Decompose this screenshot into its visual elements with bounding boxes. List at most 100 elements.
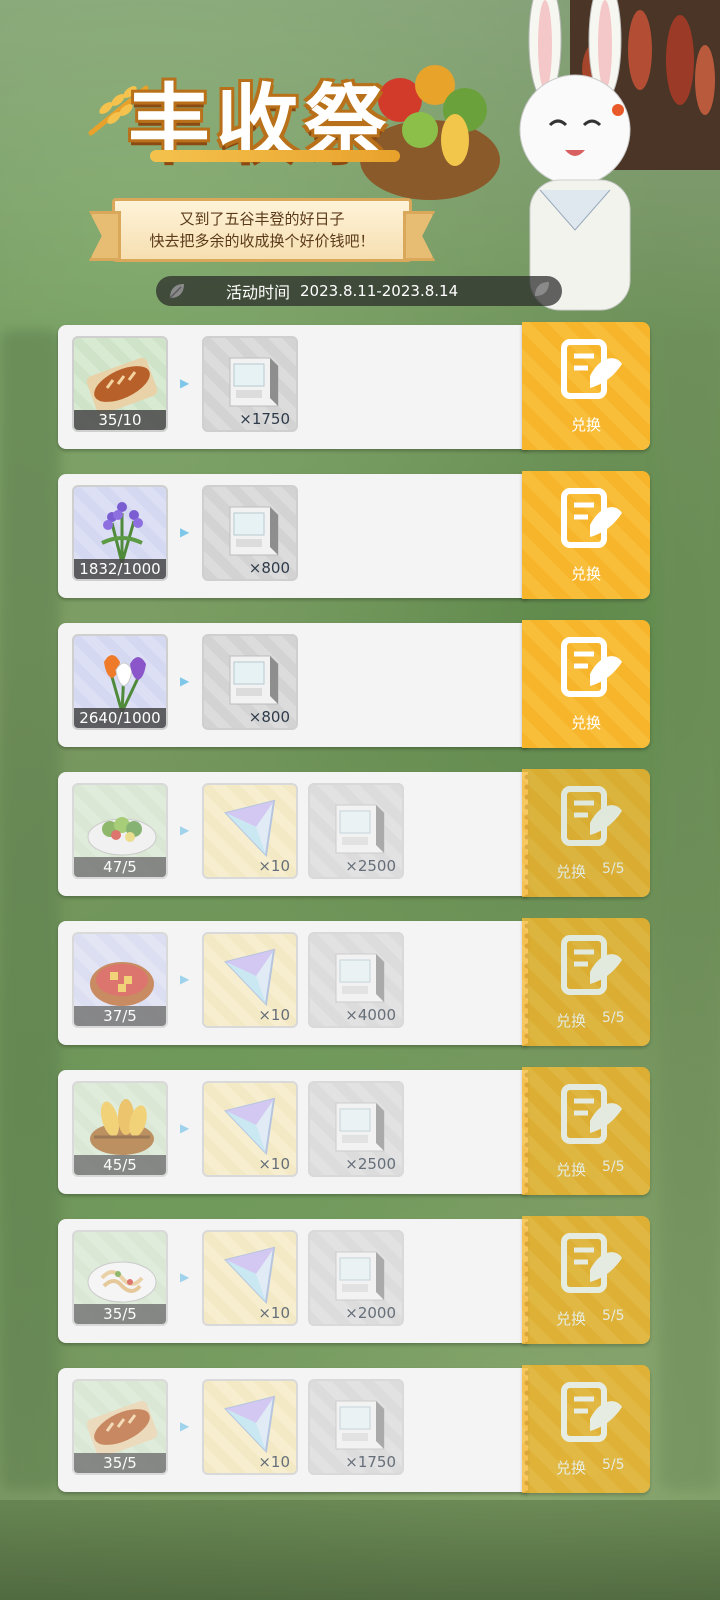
leaf-icon [162, 276, 192, 306]
reward-slot[interactable]: ×800 [202, 485, 298, 581]
exchange-button-label: 兑换 [570, 565, 601, 583]
description-line-1: 又到了五谷丰登的好日子 [179, 210, 345, 228]
cost-item-slot[interactable]: 45/5 [72, 1081, 168, 1177]
reward-slot[interactable]: ×800 [202, 634, 298, 730]
cost-item-slot[interactable]: 2640/1000 [72, 634, 168, 730]
exchange-note-icon [561, 786, 622, 846]
cost-item-slot[interactable]: 35/5 [72, 1379, 168, 1475]
leaf-icon-right [532, 279, 552, 303]
arrow-right-icon: ▶ [180, 525, 190, 539]
reward-quantity: ×2500 [345, 857, 396, 875]
cost-item-slot[interactable]: 35/5 [72, 1230, 168, 1326]
exchange-limit: 5/5 [602, 861, 625, 877]
arrow-right-icon: ▶ [180, 1419, 190, 1433]
arrow-right-icon: ▶ [180, 1121, 190, 1135]
reward-quantity: ×4000 [345, 1006, 396, 1024]
tulip-bouquet-icon [104, 655, 146, 713]
reward-quantity: ×800 [248, 559, 290, 577]
reward-slot[interactable]: ×10 [202, 1230, 298, 1326]
reward-quantity: ×800 [248, 708, 290, 726]
reward-slot[interactable]: ×4000 [308, 932, 404, 1028]
ticket-box-icon [229, 655, 279, 705]
cost-item-slot[interactable]: 1832/1000 [72, 485, 168, 581]
crystal-icon [224, 1395, 276, 1454]
exchange-note-icon [561, 1233, 622, 1293]
salad-icon [87, 817, 157, 856]
reward-slot[interactable]: ×2500 [308, 1081, 404, 1177]
reward-slot[interactable]: ×2500 [308, 783, 404, 879]
ticket-box-icon [335, 953, 385, 1003]
ticket-box-icon [335, 1251, 385, 1301]
time-label: 活动时间 [226, 283, 291, 302]
exchange-button[interactable]: 兑换 [522, 471, 650, 599]
owned-count: 47/5 [74, 857, 166, 877]
exchange-button[interactable]: 兑换 5/5 [522, 918, 650, 1046]
owned-count: 37/5 [74, 1006, 166, 1026]
exchange-button-label: 兑换 [556, 863, 587, 881]
cost-item-slot[interactable]: 35/10 [72, 336, 168, 432]
exchange-button-label: 兑换 [570, 416, 601, 434]
reward-slot[interactable]: ×1750 [202, 336, 298, 432]
arrow-right-icon: ▶ [180, 376, 190, 390]
event-header: 丰收祭 又到了五谷丰登的好日子 快去把多余的收成换个好价钱吧！ 活动时间 202… [0, 0, 720, 320]
reward-slot[interactable]: ×10 [202, 932, 298, 1028]
reward-quantity: ×10 [258, 857, 290, 875]
ticket-box-icon [335, 804, 385, 854]
ticket-box-icon [229, 357, 279, 407]
exchange-note-icon [561, 935, 622, 995]
reward-slot[interactable]: ×2000 [308, 1230, 404, 1326]
reward-slot[interactable]: ×1750 [308, 1379, 404, 1475]
exchange-button[interactable]: 兑换 5/5 [522, 1365, 650, 1493]
pasta-icon [87, 1261, 157, 1303]
reward-quantity: ×10 [258, 1304, 290, 1322]
exchange-button-label: 兑换 [556, 1310, 587, 1328]
arrow-right-icon: ▶ [180, 674, 190, 688]
exchange-note-icon [561, 1382, 622, 1442]
owned-count: 45/5 [74, 1155, 166, 1175]
owned-count: 35/5 [74, 1453, 166, 1473]
reward-quantity: ×10 [258, 1155, 290, 1173]
reward-quantity: ×1750 [345, 1453, 396, 1471]
exchange-note-icon [561, 339, 622, 399]
arrow-right-icon: ▶ [180, 1270, 190, 1284]
arrow-right-icon: ▶ [180, 823, 190, 837]
bread-icon [86, 357, 158, 415]
exchange-row: 37/5 ▶ ×10 ×4000 兑换 5/5 [58, 918, 660, 1046]
ticket-box-icon [335, 1400, 385, 1450]
exchange-row: 2640/1000 ▶ ×800 兑换 [58, 620, 660, 748]
exchange-row: 45/5 ▶ ×10 ×2500 兑换 5/5 [58, 1067, 660, 1195]
reward-quantity: ×10 [258, 1006, 290, 1024]
exchange-button-label: 兑换 [556, 1161, 587, 1179]
exchange-row: 1832/1000 ▶ ×800 兑换 [58, 471, 660, 599]
reward-quantity: ×1750 [239, 410, 290, 428]
reward-slot[interactable]: ×10 [202, 1379, 298, 1475]
ticket-box-icon [335, 1102, 385, 1152]
event-description-ribbon: 又到了五谷丰登的好日子 快去把多余的收成换个好价钱吧！ [112, 198, 412, 262]
crystal-icon [224, 1246, 276, 1305]
cost-item-slot[interactable]: 37/5 [72, 932, 168, 1028]
exchange-limit: 5/5 [602, 1308, 625, 1324]
background-bottom-area [0, 1500, 720, 1600]
exchange-button[interactable]: 兑换 [522, 620, 650, 748]
crystal-icon [224, 1097, 276, 1156]
background-scene [0, 330, 60, 1490]
exchange-button[interactable]: 兑换 5/5 [522, 1216, 650, 1344]
exchange-button[interactable]: 兑换 [522, 322, 650, 450]
cost-item-slot[interactable]: 47/5 [72, 783, 168, 879]
bread-icon [86, 1400, 158, 1458]
description-line-2: 快去把多余的收成换个好价钱吧！ [149, 232, 375, 250]
owned-count: 2640/1000 [74, 708, 166, 728]
reward-quantity: ×10 [258, 1453, 290, 1471]
arrow-right-icon: ▶ [180, 972, 190, 986]
exchange-row: 47/5 ▶ ×10 ×2500 兑换 5/5 [58, 769, 660, 897]
crystal-icon [224, 799, 276, 858]
reward-slot[interactable]: ×10 [202, 783, 298, 879]
corn-basket-icon [90, 1099, 154, 1155]
exchange-limit: 5/5 [602, 1010, 625, 1026]
exchange-note-icon [561, 488, 622, 548]
title-underline [150, 150, 400, 162]
exchange-button[interactable]: 兑换 5/5 [522, 1067, 650, 1195]
reward-slot[interactable]: ×10 [202, 1081, 298, 1177]
exchange-button[interactable]: 兑换 5/5 [522, 769, 650, 897]
owned-count: 1832/1000 [74, 559, 166, 579]
